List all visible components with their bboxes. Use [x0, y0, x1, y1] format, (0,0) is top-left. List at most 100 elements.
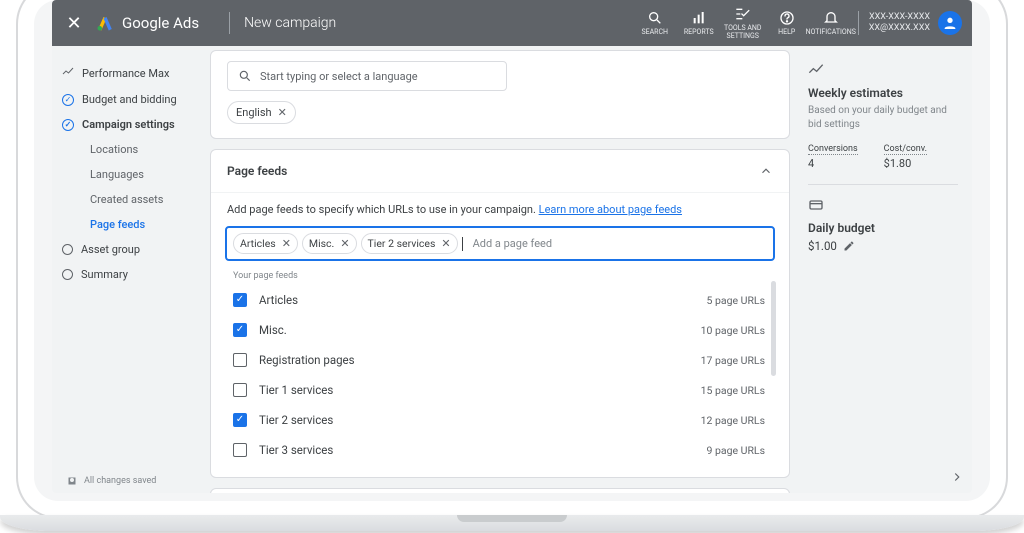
edit-icon[interactable] — [843, 240, 855, 252]
spark-icon — [62, 66, 74, 81]
feed-row-count: 15 page URLs — [701, 384, 765, 397]
laptop-base — [0, 515, 1024, 531]
conversions-col: Conversions 4 — [808, 141, 858, 170]
cost-label: Cost/conv. — [884, 144, 927, 155]
daily-budget-row: $1.00 — [808, 239, 958, 253]
language-chip-english[interactable]: English ✕ — [227, 101, 296, 124]
language-chip-label: English — [236, 106, 272, 119]
feed-row-count: 17 page URLs — [701, 354, 765, 367]
left-nav: Performance Max Budget and bidding Campa… — [52, 46, 202, 493]
notifications-icon[interactable]: NOTIFICATIONS — [810, 10, 852, 36]
languages-card: Start typing or select a language Englis… — [210, 50, 790, 139]
account-text: XXX-XXX-XXXX XX@XXXX.XXX — [869, 12, 930, 34]
page-title: New campaign — [244, 15, 336, 31]
account-email: XX@XXXX.XXX — [869, 23, 930, 34]
search-label: SEARCH — [641, 28, 668, 36]
page-feed-dropdown: Your page feeds Articles 5 page URLs Mis… — [225, 265, 775, 465]
conversions-label: Conversions — [808, 144, 858, 155]
language-search-input[interactable]: Start typing or select a language — [227, 61, 507, 91]
feed-row-count: 10 page URLs — [701, 324, 765, 337]
nav-asset-group[interactable]: Asset group — [62, 237, 198, 262]
radio-icon — [62, 244, 73, 255]
weekly-estimates-title: Weekly estimates — [808, 86, 958, 100]
chip-label: Misc. — [309, 237, 334, 250]
checkbox-icon[interactable] — [233, 293, 247, 307]
weekly-estimates-subtitle: Based on your daily budget and bid setti… — [808, 104, 958, 131]
feed-row-misc[interactable]: Misc. 10 page URLs — [225, 315, 775, 345]
notifications-label: NOTIFICATIONS — [806, 28, 856, 36]
feed-chip-articles[interactable]: Articles ✕ — [233, 233, 298, 254]
product-name: Google Ads — [122, 14, 199, 32]
nav-campaign-settings[interactable]: Campaign settings — [62, 112, 198, 137]
nav-budget-bidding[interactable]: Budget and bidding — [62, 87, 198, 112]
nav-page-feeds[interactable]: Page feeds — [84, 212, 198, 237]
conversions-value: 4 — [808, 157, 858, 170]
feed-row-articles[interactable]: Articles 5 page URLs — [225, 285, 775, 315]
remove-chip-icon[interactable]: ✕ — [278, 106, 287, 119]
google-ads-logo-icon — [96, 14, 114, 32]
divider — [229, 12, 230, 34]
text-cursor — [462, 237, 463, 251]
feed-row-tier2[interactable]: Tier 2 services 12 page URLs — [225, 405, 775, 435]
autosave-status: All changes saved — [62, 467, 198, 493]
nav-summary[interactable]: Summary — [62, 262, 198, 287]
feed-row-label: Registration pages — [259, 353, 355, 367]
help-icon[interactable]: HELP — [766, 10, 808, 36]
laptop-bezel: ✕ Google Ads New campaign SEARCH REPORTS — [16, 0, 1008, 519]
logo: Google Ads — [96, 14, 215, 32]
tools-label: TOOLS AND SETTINGS — [722, 24, 764, 40]
nav-languages[interactable]: Languages — [84, 162, 198, 187]
scrollbar[interactable] — [771, 281, 776, 463]
account-switcher[interactable]: XXX-XXX-XXXX XX@XXXX.XXX — [858, 11, 968, 35]
daily-budget-value: $1.00 — [808, 239, 837, 253]
nav-locations[interactable]: Locations — [84, 137, 198, 162]
divider — [808, 184, 958, 185]
account-id: XXX-XXX-XXXX — [869, 12, 930, 23]
nav-performance-max[interactable]: Performance Max — [62, 60, 198, 87]
checkbox-icon[interactable] — [233, 323, 247, 337]
nav-budget-bidding-label: Budget and bidding — [82, 93, 177, 106]
feed-chip-misc[interactable]: Misc. ✕ — [302, 233, 357, 254]
nav-created-assets[interactable]: Created assets — [84, 187, 198, 212]
more-settings-button[interactable]: More settings — [210, 488, 790, 493]
feed-row-registration[interactable]: Registration pages 17 page URLs — [225, 345, 775, 375]
cost-value: $1.80 — [884, 157, 927, 170]
top-icons: SEARCH REPORTS TOOLS AND SETTINGS HELP N… — [634, 6, 852, 40]
page-feed-input[interactable]: Articles✕ Misc.✕ Tier 2 services✕ Add a … — [225, 226, 775, 261]
remove-chip-icon[interactable]: ✕ — [340, 237, 349, 250]
remove-chip-icon[interactable]: ✕ — [441, 237, 450, 250]
page-feeds-description: Add page feeds to specify which URLs to … — [211, 193, 789, 216]
help-label: HELP — [778, 28, 795, 36]
autosave-label: All changes saved — [84, 476, 156, 486]
feed-row-tier1[interactable]: Tier 1 services 15 page URLs — [225, 375, 775, 405]
feed-chip-tier2[interactable]: Tier 2 services✕ — [361, 233, 458, 254]
page-feeds-card: Page feeds Add page feeds to specify whi… — [210, 149, 790, 478]
feed-row-count: 9 page URLs — [706, 444, 765, 457]
checkbox-icon[interactable] — [233, 413, 247, 427]
top-app-bar: ✕ Google Ads New campaign SEARCH REPORTS — [52, 0, 972, 46]
search-icon[interactable]: SEARCH — [634, 10, 676, 36]
estimates-row: Conversions 4 Cost/conv. $1.80 — [808, 141, 958, 170]
nav-summary-label: Summary — [81, 268, 128, 281]
checkbox-icon[interactable] — [233, 383, 247, 397]
chevron-right-icon[interactable] — [950, 470, 964, 487]
cost-col: Cost/conv. $1.80 — [884, 141, 927, 170]
checkbox-icon[interactable] — [233, 443, 247, 457]
chevron-up-icon — [759, 164, 773, 178]
reports-label: REPORTS — [684, 28, 714, 36]
main-content: Start typing or select a language Englis… — [202, 46, 798, 493]
checkbox-icon[interactable] — [233, 353, 247, 367]
laptop-notch — [457, 515, 567, 522]
page-feeds-desc-text: Add page feeds to specify which URLs to … — [227, 203, 536, 216]
chip-label: Articles — [240, 237, 276, 250]
close-icon[interactable]: ✕ — [52, 13, 96, 34]
reports-icon[interactable]: REPORTS — [678, 10, 720, 36]
tools-icon[interactable]: TOOLS AND SETTINGS — [722, 6, 764, 40]
learn-more-link[interactable]: Learn more about page feeds — [539, 203, 682, 216]
avatar[interactable] — [938, 11, 962, 35]
scrollbar-thumb[interactable] — [771, 281, 776, 376]
page-feeds-header[interactable]: Page feeds — [211, 150, 789, 193]
feed-row-tier3[interactable]: Tier 3 services 9 page URLs — [225, 435, 775, 465]
remove-chip-icon[interactable]: ✕ — [282, 237, 291, 250]
feed-row-count: 12 page URLs — [701, 414, 765, 427]
